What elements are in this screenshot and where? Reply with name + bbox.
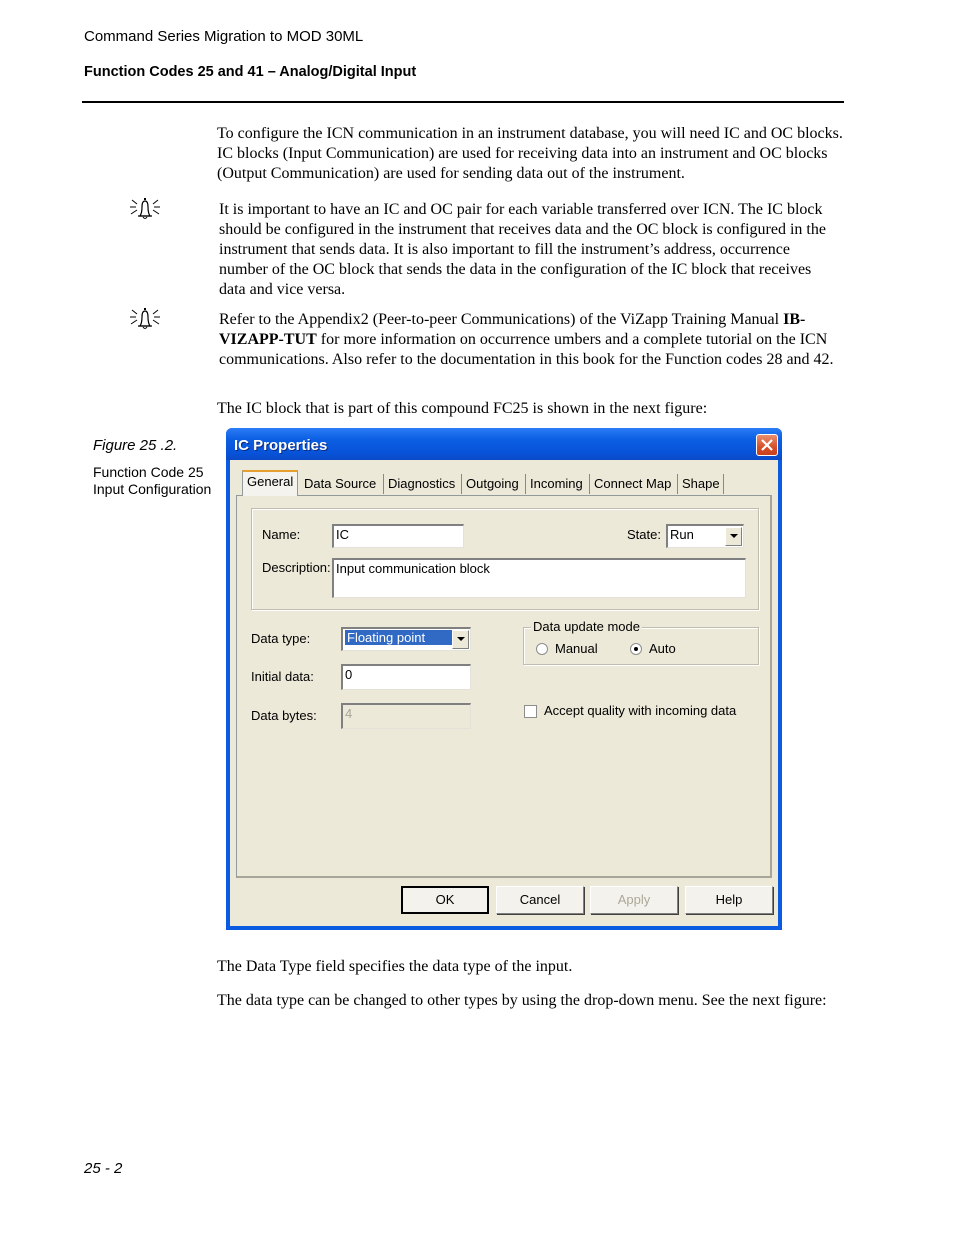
chevron-down-icon[interactable] [725,527,742,546]
auto-radio[interactable] [630,643,642,655]
document-title: Command Series Migration to MOD 30ML [84,28,364,45]
ok-button[interactable]: OK [401,886,489,914]
tab-general[interactable]: General [242,470,298,496]
close-icon [761,439,773,451]
dialog-titlebar[interactable]: IC Properties [226,428,782,460]
bell-note-icon [128,306,162,330]
apply-button: Apply [590,886,678,914]
tab-shape[interactable]: Shape [678,474,724,494]
name-label: Name: [262,527,301,542]
state-label: State: [627,527,661,542]
description-label: Description: [262,560,331,575]
tab-diagnostics[interactable]: Diagnostics [384,474,462,494]
figure-label: Figure 25 .2. [93,437,178,454]
accept-quality-label[interactable]: Accept quality with incoming data [544,703,736,718]
manual-radio-label[interactable]: Manual [555,641,598,656]
accept-quality-checkbox[interactable] [524,705,537,718]
cancel-button[interactable]: Cancel [496,886,584,914]
name-input[interactable]: IC [332,524,464,548]
initial-data-label: Initial data: [251,669,314,684]
tab-incoming[interactable]: Incoming [526,474,590,494]
state-select[interactable]: Run [666,524,744,548]
tab-outgoing[interactable]: Outgoing [462,474,526,494]
intro-paragraph: To configure the ICN communication in an… [217,125,843,182]
page-number: 25 - 2 [84,1160,123,1177]
data-bytes-label: Data bytes: [251,708,317,723]
close-button[interactable] [756,434,778,456]
note-paragraph-1: It is important to have an IC and OC pai… [219,201,826,298]
manual-radio[interactable] [536,643,548,655]
tab-connect-map[interactable]: Connect Map [590,474,678,494]
data-update-mode-group: Data update mode Manual Auto [523,619,759,665]
help-button[interactable]: Help [685,886,773,914]
dialog-client-area: General Data Source Diagnostics Outgoing… [230,460,778,926]
dialog-title: IC Properties [234,437,328,454]
identity-group: Name: IC State: Run Description: Input c… [251,508,759,610]
figure-intro-paragraph: The IC block that is part of this compou… [217,400,708,417]
data-bytes-input: 4 [341,703,471,729]
header-rule [82,101,844,103]
data-type-select[interactable]: Floating point [341,627,471,651]
data-type-paragraph: The Data Type field specifies the data t… [217,958,573,975]
initial-data-input[interactable]: 0 [341,664,471,690]
ic-properties-dialog: IC Properties General Data Source Diagno… [226,428,782,930]
tab-data-source[interactable]: Data Source [300,474,384,494]
note-paragraph-2: Refer to the Appendix2 (Peer-to-peer Com… [219,311,834,368]
dropdown-paragraph: The data type can be changed to other ty… [217,992,827,1009]
figure-caption: Function Code 25 Input Configuration [93,464,212,497]
data-type-label: Data type: [251,631,311,646]
description-input[interactable]: Input communication block [332,558,746,598]
general-tab-panel: Name: IC State: Run Description: Input c… [236,495,772,878]
data-update-mode-legend: Data update mode [531,619,642,634]
bell-note-icon [128,196,162,220]
chevron-down-icon[interactable] [452,630,469,649]
auto-radio-label[interactable]: Auto [649,641,676,656]
section-title: Function Codes 25 and 41 – Analog/Digita… [84,64,417,80]
